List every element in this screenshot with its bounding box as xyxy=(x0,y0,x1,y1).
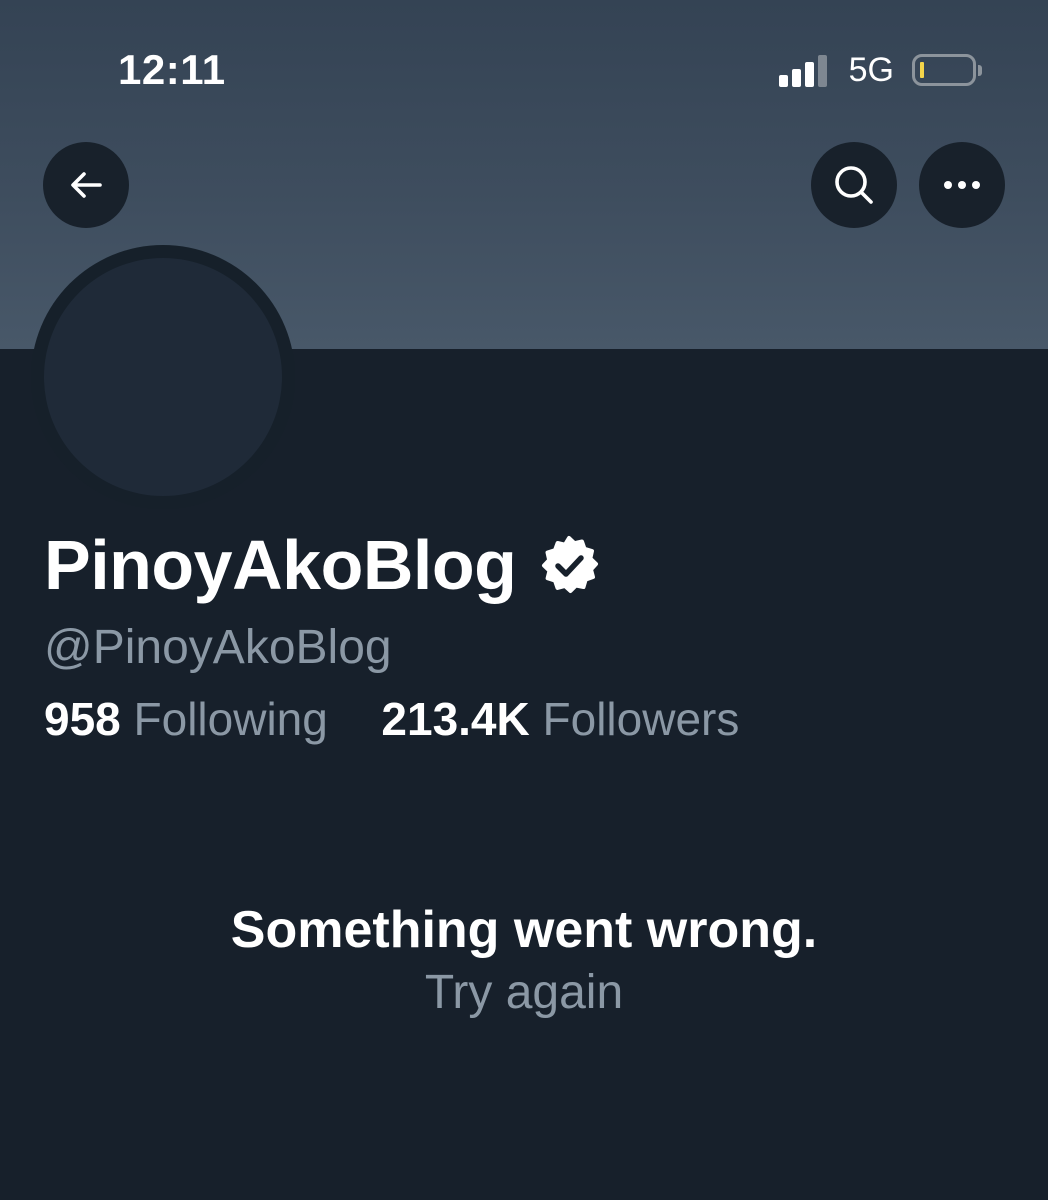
cellular-signal-icon xyxy=(778,53,831,87)
more-options-button[interactable] xyxy=(919,142,1005,228)
followers-count: 213.4K xyxy=(381,693,530,745)
battery-tip xyxy=(978,65,982,76)
error-message: Something went wrong. xyxy=(230,901,818,959)
following-count: 958 xyxy=(44,693,121,745)
back-button[interactable] xyxy=(43,142,129,228)
search-button[interactable] xyxy=(811,142,897,228)
more-horizontal-icon xyxy=(944,181,980,189)
status-indicators: 5G xyxy=(778,50,982,90)
display-name-row: PinoyAkoBlog xyxy=(44,525,600,605)
followers-link[interactable]: 213.4K Followers xyxy=(381,693,739,745)
try-again-button[interactable]: Try again xyxy=(0,965,1048,1020)
arrow-left-icon xyxy=(71,172,102,198)
followers-label: Followers xyxy=(542,693,740,745)
display-name: PinoyAkoBlog xyxy=(44,526,517,604)
battery-icon xyxy=(912,54,982,86)
battery-level xyxy=(920,62,924,78)
status-time: 12:11 xyxy=(118,46,226,93)
profile-avatar[interactable] xyxy=(31,245,295,509)
verified-badge-icon[interactable] xyxy=(538,535,600,602)
search-icon xyxy=(835,166,873,204)
follow-stats: 958 Following 213.4K Followers xyxy=(44,692,739,746)
profile-handle: @PinoyAkoBlog xyxy=(44,621,392,674)
avatar-placeholder xyxy=(44,258,282,496)
following-link[interactable]: 958 Following xyxy=(44,693,341,745)
following-label: Following xyxy=(133,693,328,745)
network-label: 5G xyxy=(848,50,894,89)
